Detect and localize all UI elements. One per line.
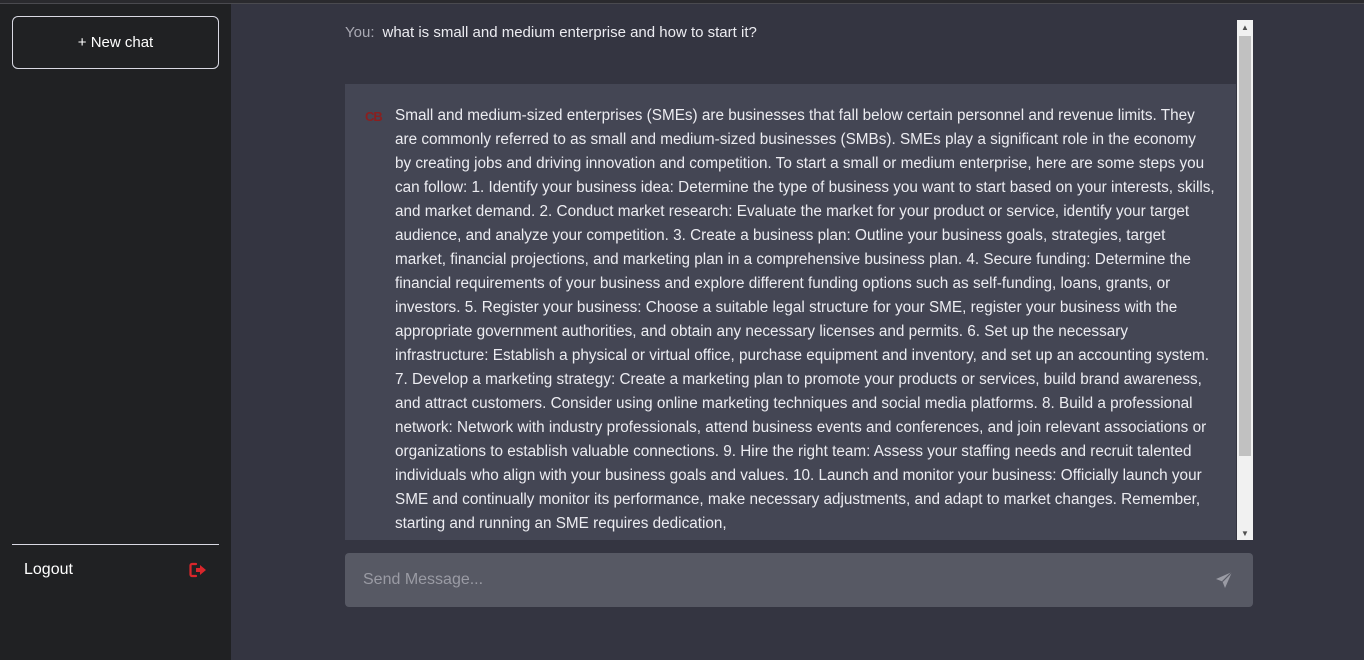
send-icon[interactable] [1215,570,1235,590]
chat-scroll-area[interactable]: You: what is small and medium enterprise… [345,20,1253,540]
bot-avatar-icon: CB [365,109,383,124]
sidebar: + New chat Logout [0,4,231,660]
scroll-up-arrow-icon[interactable]: ▲ [1237,20,1253,34]
message-input-bar [345,553,1253,607]
bot-message-text: Small and medium-sized enterprises (SMEs… [395,107,1215,532]
message-input[interactable] [363,571,1215,589]
user-message-text: what is small and medium enterprise and … [382,24,757,41]
new-chat-label: + New chat [77,34,154,51]
user-message: You: what is small and medium enterprise… [345,20,1235,84]
logout-button[interactable]: Logout [12,552,219,588]
scroll-thumb[interactable] [1239,36,1251,456]
sidebar-divider [12,544,219,545]
logout-label: Logout [24,561,73,578]
chat-scrollbar[interactable]: ▲ ▼ [1237,20,1253,540]
bot-message: CB Small and medium-sized enterprises (S… [345,84,1236,540]
logout-icon [189,562,207,578]
user-prefix: You: [345,24,375,41]
new-chat-button[interactable]: + New chat [12,16,219,69]
chat-main: You: what is small and medium enterprise… [231,4,1364,660]
scroll-down-arrow-icon[interactable]: ▼ [1237,526,1253,540]
